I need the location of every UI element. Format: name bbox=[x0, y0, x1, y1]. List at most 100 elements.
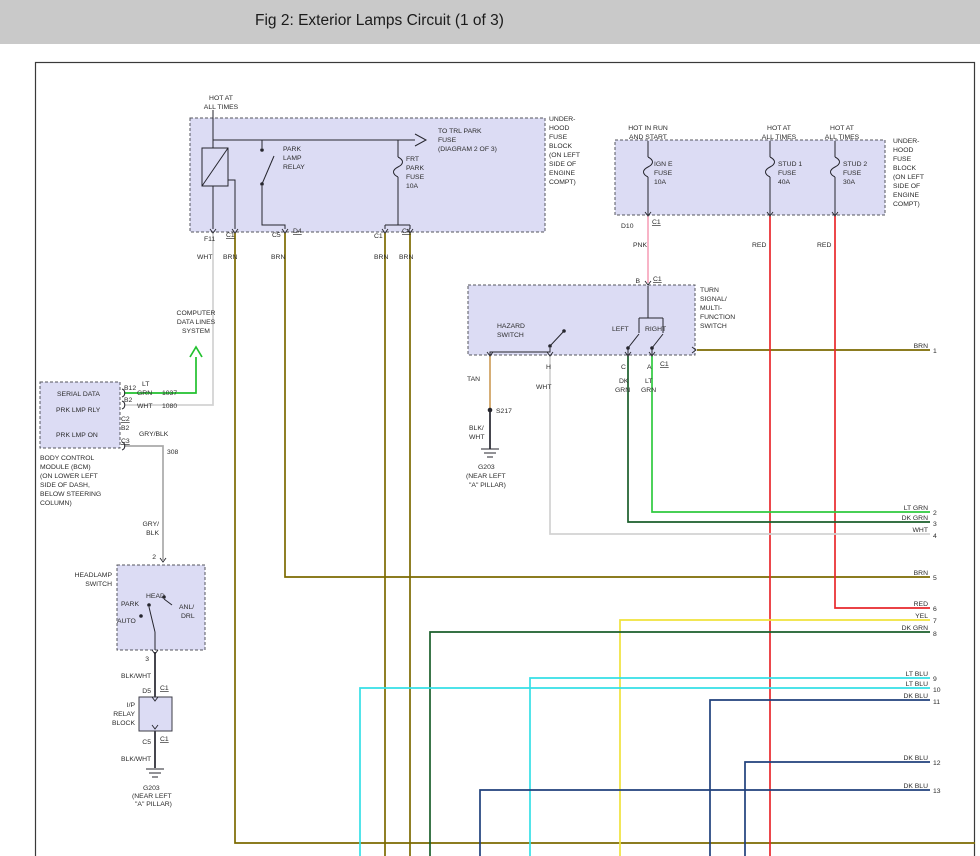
bcm-row-label: PRK LMP RLY bbox=[56, 407, 101, 414]
block-caption-line: UNDER- bbox=[893, 138, 919, 145]
wire-color-label: BLK/ bbox=[469, 425, 484, 432]
hot-label: ALL TIMES bbox=[762, 134, 797, 141]
pin-label: D5 bbox=[142, 688, 151, 695]
hot-label: HOT IN RUN bbox=[628, 125, 668, 132]
fuse-label: 30A bbox=[843, 179, 856, 186]
ip-relay-block bbox=[139, 697, 172, 731]
switch-position-label: ANL/ bbox=[179, 604, 194, 611]
wire-color-label: YEL bbox=[915, 613, 928, 620]
wire-number: 1 bbox=[933, 348, 937, 355]
underhood-fuse-block-right bbox=[615, 140, 885, 215]
block-caption-line: SIDE OF bbox=[549, 161, 576, 168]
fuse-label: STUD 2 bbox=[843, 161, 867, 168]
pin-label: C1 bbox=[660, 361, 669, 368]
wire-color-label: WHT bbox=[137, 403, 152, 410]
hot-label: AND START bbox=[629, 134, 667, 141]
block-caption-line: ENGINE bbox=[549, 170, 576, 177]
pin-label: C1 bbox=[160, 736, 169, 743]
pin-label: C5 bbox=[272, 232, 281, 239]
block-caption-line: SWITCH bbox=[85, 581, 112, 588]
contact-dot bbox=[548, 344, 552, 348]
wire-color-label: GRY/ bbox=[143, 521, 160, 528]
pin-label: 2 bbox=[152, 554, 156, 561]
block-caption-line: BODY CONTROL bbox=[40, 455, 94, 462]
hazard-switch-label: HAZARD bbox=[497, 323, 525, 330]
frt-fuse-label: 10A bbox=[406, 183, 419, 190]
hot-label: ALL TIMES bbox=[825, 134, 860, 141]
wire-color-label: BLK/WHT bbox=[121, 756, 151, 763]
wire-color-label: BLK/WHT bbox=[121, 673, 151, 680]
trl-fuse-note: TO TRL PARK bbox=[438, 128, 482, 135]
ground-label: "A" PILLAR) bbox=[469, 482, 506, 489]
block-caption-line: HOOD bbox=[549, 125, 569, 132]
wire-number: 3 bbox=[933, 521, 937, 528]
wire-color-label: LT BLU bbox=[906, 671, 929, 678]
relay-label: RELAY bbox=[283, 164, 305, 171]
ground-label: (NEAR LEFT bbox=[466, 473, 506, 480]
hot-label: ALL TIMES bbox=[204, 104, 239, 111]
block-caption-line: FUNCTION bbox=[700, 314, 735, 321]
fuse-label: FUSE bbox=[654, 170, 673, 177]
trl-fuse-note: (DIAGRAM 2 OF 3) bbox=[438, 146, 497, 153]
wiring-diagram: HOT AT ALL TIMES PARK LAMP RELAY TO TRL … bbox=[0, 0, 980, 856]
data-lines-label: SYSTEM bbox=[182, 328, 210, 335]
right-label: RIGHT bbox=[645, 326, 666, 333]
wire-color-label: LT bbox=[645, 378, 652, 385]
wire-color-label: LT bbox=[142, 381, 149, 388]
wire-number: 5 bbox=[933, 575, 937, 582]
pin-label: D10 bbox=[621, 223, 634, 230]
frt-fuse-label: FRT bbox=[406, 156, 419, 163]
wire-color-label: RED bbox=[752, 242, 766, 249]
pin-label: B12 bbox=[124, 385, 136, 392]
block-caption-line: SIGNAL/ bbox=[700, 296, 727, 303]
block-caption-line: (ON LEFT bbox=[893, 174, 924, 181]
contact-dot bbox=[260, 148, 264, 152]
wire-color-label: BRN bbox=[271, 254, 285, 261]
wire-color-label: WHT bbox=[197, 254, 212, 261]
contact-dot bbox=[562, 329, 566, 333]
wire-color-label: DK GRN bbox=[902, 515, 929, 522]
circuit-number: 1037 bbox=[162, 390, 177, 397]
ground-label: "A" PILLAR) bbox=[135, 801, 172, 808]
block-caption-line: FUSE bbox=[549, 134, 568, 141]
wire-color-label: GRN bbox=[615, 387, 630, 394]
fuse-label: FUSE bbox=[843, 170, 862, 177]
frt-fuse-label: FUSE bbox=[406, 174, 425, 181]
hot-label: HOT AT bbox=[830, 125, 854, 132]
wire-color-label: DK bbox=[619, 378, 629, 385]
left-label: LEFT bbox=[612, 326, 629, 333]
wire-number: 8 bbox=[933, 631, 937, 638]
wire-color-label: LT BLU bbox=[906, 681, 929, 688]
data-lines-label: DATA LINES bbox=[177, 319, 216, 326]
contact-dot bbox=[650, 346, 654, 350]
block-caption-line: BELOW STEERING bbox=[40, 491, 101, 498]
block-caption-line: TURN bbox=[700, 287, 719, 294]
wire-number: 2 bbox=[933, 510, 937, 517]
contact-dot bbox=[139, 614, 143, 618]
wire-number: 12 bbox=[933, 760, 941, 767]
block-caption-line: ENGINE bbox=[893, 192, 920, 199]
pin-label: C1 bbox=[374, 233, 383, 240]
block-caption-line: BLOCK bbox=[112, 720, 136, 727]
wire-color-label: BLK bbox=[146, 530, 159, 537]
block-caption-line: RELAY bbox=[113, 711, 135, 718]
pin-label: C bbox=[621, 364, 626, 371]
wire-number: 7 bbox=[933, 618, 937, 625]
wire-color-label: RED bbox=[914, 601, 928, 608]
contact-dot bbox=[260, 182, 264, 186]
block-caption-line: MODULE (BCM) bbox=[40, 464, 91, 471]
wire-color-label: LT GRN bbox=[904, 505, 928, 512]
ground-label: (NEAR LEFT bbox=[132, 793, 172, 800]
data-lines-labels: COMPUTER DATA LINES SYSTEM bbox=[177, 310, 216, 335]
block-caption-line: UNDER- bbox=[549, 116, 575, 123]
wire-color-label: PNK bbox=[633, 242, 647, 249]
block-caption-line: COMPT) bbox=[549, 179, 576, 186]
fuse-label: STUD 1 bbox=[778, 161, 802, 168]
turn-signal-switch-block bbox=[468, 285, 695, 355]
contact-dot bbox=[147, 603, 151, 607]
wire-color-label: BRN bbox=[914, 570, 928, 577]
pin-label: C4 bbox=[402, 228, 411, 235]
pin-label: C1 bbox=[652, 219, 661, 226]
block-caption-line: HOOD bbox=[893, 147, 913, 154]
pin-label: C1 bbox=[226, 232, 235, 239]
